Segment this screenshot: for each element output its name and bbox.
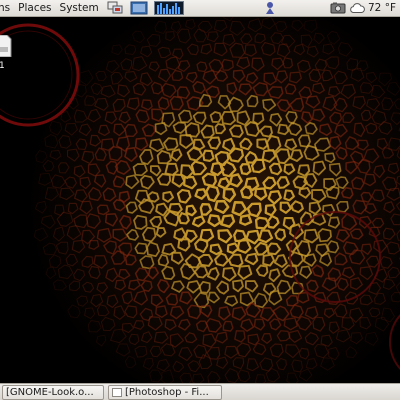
taskbar-item-gnome-look[interactable]: [GNOME-Look.o... [2, 384, 104, 400]
top-panel: ns Places System 72 °F [0, 0, 400, 17]
taskbar-item-label: [Photoshop - Fi... [125, 386, 209, 398]
taskbar-item-label: [GNOME-Look.o... [6, 386, 94, 398]
applications-menu[interactable]: ns [0, 0, 14, 16]
weather-applet[interactable]: 72 °F [349, 2, 400, 14]
file-manager-icon[interactable] [130, 0, 148, 16]
temperature-label: 72 °F [368, 2, 396, 14]
window-icon [112, 387, 122, 397]
taskbar-item-photoshop[interactable]: [Photoshop - Fi... [108, 384, 222, 400]
notification-icon[interactable] [263, 0, 277, 16]
system-menu[interactable]: System [56, 0, 103, 16]
system-monitor-icon[interactable] [153, 0, 184, 16]
bottom-panel: [GNOME-Look.o... [Photoshop - Fi... [0, 383, 400, 400]
desktop[interactable]: 1 [0, 17, 400, 383]
document-icon [0, 34, 12, 58]
desktop-icon-label: 1 [0, 61, 5, 71]
wallpaper [0, 17, 400, 383]
places-menu[interactable]: Places [14, 0, 55, 16]
screenshot-icon[interactable] [330, 0, 346, 16]
cloud-icon [350, 3, 365, 13]
network-settings-icon[interactable] [106, 0, 124, 16]
